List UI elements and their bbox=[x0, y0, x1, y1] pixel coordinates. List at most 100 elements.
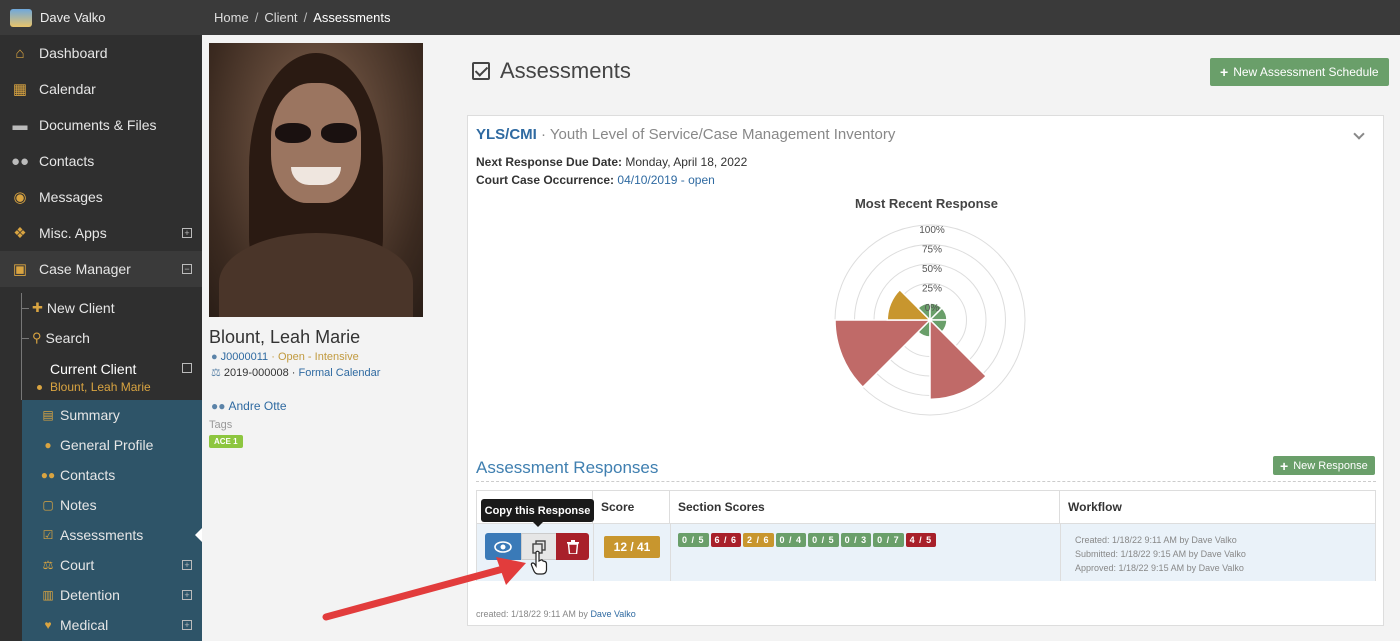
col-workflow: Workflow bbox=[1068, 500, 1122, 514]
page-title: Assessments bbox=[472, 58, 631, 84]
collapse-icon[interactable]: − bbox=[182, 264, 192, 274]
scale-icon: ⚖ bbox=[42, 558, 54, 572]
heart-icon: ♥ bbox=[44, 618, 52, 632]
formal-calendar-link[interactable]: Formal Calendar bbox=[299, 367, 381, 379]
users-icon: ●● bbox=[10, 152, 30, 170]
checkbox-icon: ☑ bbox=[42, 528, 54, 542]
folder-icon: ▬ bbox=[12, 116, 28, 134]
tags-label: Tags bbox=[209, 419, 233, 431]
section-score-badge: 0 / 5 bbox=[808, 533, 839, 547]
tag-badge[interactable]: ACE 1 bbox=[209, 435, 243, 448]
user-menu[interactable]: Dave Valko bbox=[0, 0, 202, 35]
polar-slice[interactable] bbox=[929, 318, 988, 401]
polar-axis-label: 75% bbox=[922, 245, 942, 256]
new-assessment-schedule-button[interactable]: + New Assessment Schedule bbox=[1210, 58, 1389, 86]
user-avatar-icon bbox=[10, 8, 32, 27]
assessment-card: YLS/CMI · Youth Level of Service/Case Ma… bbox=[467, 115, 1384, 626]
plus-icon: + bbox=[1220, 64, 1229, 80]
client-menu-summary[interactable]: ▤ Summary bbox=[22, 400, 202, 430]
expand-icon[interactable]: + bbox=[182, 560, 192, 570]
nav-new-client[interactable]: ✚ New Client bbox=[0, 293, 202, 323]
polar-chart: 100% 75% 50% 25% 0% bbox=[834, 224, 1026, 416]
client-menu-notes[interactable]: ▢ Notes bbox=[22, 490, 202, 520]
assessment-code[interactable]: YLS/CMI bbox=[476, 126, 537, 143]
client-menu-detention[interactable]: ▥ Detention + bbox=[22, 580, 202, 610]
nav-current-client[interactable]: Current Client Blount, Leah Marie bbox=[0, 353, 202, 400]
col-score: Score bbox=[593, 491, 670, 523]
checkbox-icon bbox=[472, 62, 490, 80]
nav-calendar[interactable]: ▦ Calendar bbox=[0, 71, 202, 107]
nav-case-manager[interactable]: ▣ Case Manager − bbox=[0, 251, 202, 287]
expand-icon[interactable]: + bbox=[182, 620, 192, 630]
client-name: Blount, Leah Marie bbox=[209, 327, 361, 347]
section-score-badge: 0 / 3 bbox=[840, 533, 872, 547]
annotation-arrow bbox=[322, 557, 526, 621]
due-date-line: Next Response Due Date: Monday, April 18… bbox=[476, 155, 748, 169]
client-worker-line: ●● Andre Otte bbox=[211, 399, 287, 413]
due-date-value: Monday, April 18, 2022 bbox=[625, 155, 748, 169]
court-case-link[interactable]: 04/10/2019 - open bbox=[617, 173, 714, 187]
eye-icon bbox=[494, 540, 512, 553]
add-user-icon: ✚ bbox=[32, 300, 43, 315]
client-menu-assessments[interactable]: ☑ Assessments bbox=[22, 520, 202, 550]
briefcase-icon: ▣ bbox=[12, 261, 28, 278]
section-scores: 0 / 56 / 62 / 60 / 40 / 50 / 30 / 74 / 5 bbox=[678, 533, 937, 547]
client-menu-contacts[interactable]: ●● Contacts bbox=[22, 460, 202, 490]
building-icon: ▥ bbox=[42, 588, 54, 602]
court-case-line: Court Case Occurrence: 04/10/2019 - open bbox=[476, 173, 715, 187]
client-status: Open - Intensive bbox=[277, 351, 359, 363]
user-icon: ● bbox=[44, 438, 52, 452]
score-badge: 12 / 41 bbox=[604, 536, 660, 558]
sidebar: Dave Valko ⌂ Dashboard ▦ Calendar ▬ Documen… bbox=[0, 0, 202, 641]
responses-table: Score Section Scores Workflow 12 / 41 0 … bbox=[476, 490, 1376, 581]
chart-title: Most Recent Response bbox=[854, 196, 999, 211]
case-manager-subnav: ✚ New Client ⚲ Search Current Client Bloun… bbox=[0, 293, 202, 400]
polar-axis-label: 25% bbox=[922, 284, 942, 295]
breadcrumb-client[interactable]: Client bbox=[264, 10, 297, 25]
client-menu-medical[interactable]: ♥ Medical + bbox=[22, 610, 202, 640]
plus-icon: + bbox=[1280, 457, 1289, 474]
polar-axis-label: 0% bbox=[925, 303, 940, 314]
client-id[interactable]: J0000011 bbox=[221, 351, 269, 363]
section-score-badge: 4 / 5 bbox=[905, 533, 937, 547]
breadcrumb: Home / Client / Assessments bbox=[202, 0, 1400, 35]
breadcrumb-current: Assessments bbox=[313, 10, 391, 25]
workflow-approved: Approved: 1/18/22 9:15 AM by Dave Valko bbox=[1075, 563, 1244, 573]
nav-misc-apps[interactable]: ❖ Misc. Apps + bbox=[0, 215, 202, 251]
case-number: 2019-000008 bbox=[223, 367, 289, 379]
client-menu-court[interactable]: ⚖ Court + bbox=[22, 550, 202, 580]
active-caret-icon bbox=[195, 528, 202, 542]
calendar-icon: ▦ bbox=[12, 81, 28, 98]
nav-contacts[interactable]: ●● Contacts bbox=[0, 143, 202, 179]
client-case-line: ⚖ 2019-000008 · Formal Calendar bbox=[211, 367, 381, 379]
created-by-link[interactable]: Dave Valko bbox=[590, 609, 635, 619]
user-name: Dave Valko bbox=[40, 10, 106, 25]
worker-link[interactable]: Andre Otte bbox=[229, 399, 287, 413]
nav-documents[interactable]: ▬ Documents & Files bbox=[0, 107, 202, 143]
breadcrumb-home[interactable]: Home bbox=[214, 10, 249, 25]
nav-search[interactable]: ⚲ Search bbox=[0, 323, 202, 353]
section-score-badge: 2 / 6 bbox=[743, 533, 774, 547]
client-menu-general-profile[interactable]: ● General Profile bbox=[22, 430, 202, 460]
delete-response-button[interactable] bbox=[556, 533, 589, 560]
users-icon: ●● bbox=[40, 468, 56, 482]
assessment-title: YLS/CMI · Youth Level of Service/Case Ma… bbox=[476, 126, 896, 143]
expand-icon[interactable]: + bbox=[182, 228, 192, 238]
workflow-submitted: Submitted: 1/18/22 9:15 AM by Dave Valko bbox=[1075, 549, 1246, 559]
new-response-button[interactable]: + New Response bbox=[1273, 456, 1375, 475]
table-row: 12 / 41 0 / 56 / 62 / 60 / 40 / 50 / 30 … bbox=[477, 523, 1375, 581]
nav-messages[interactable]: ◉ Messages bbox=[0, 179, 202, 215]
user-icon: ● bbox=[211, 351, 218, 363]
polar-axis-label: 50% bbox=[922, 264, 942, 275]
id-card-icon: ▤ bbox=[42, 408, 54, 422]
polar-axis-label: 100% bbox=[919, 225, 945, 236]
responses-title: Assessment Responses bbox=[476, 458, 659, 477]
users-icon: ●● bbox=[211, 399, 226, 413]
expand-icon[interactable]: + bbox=[182, 590, 192, 600]
nav-dashboard[interactable]: ⌂ Dashboard bbox=[0, 35, 202, 71]
collapse-icon[interactable] bbox=[182, 363, 192, 373]
section-score-badge: 6 / 6 bbox=[710, 533, 742, 547]
assessment-name: Youth Level of Service/Case Management I… bbox=[549, 126, 896, 143]
chevron-down-icon[interactable] bbox=[1353, 128, 1365, 140]
cubes-icon: ❖ bbox=[13, 225, 27, 242]
